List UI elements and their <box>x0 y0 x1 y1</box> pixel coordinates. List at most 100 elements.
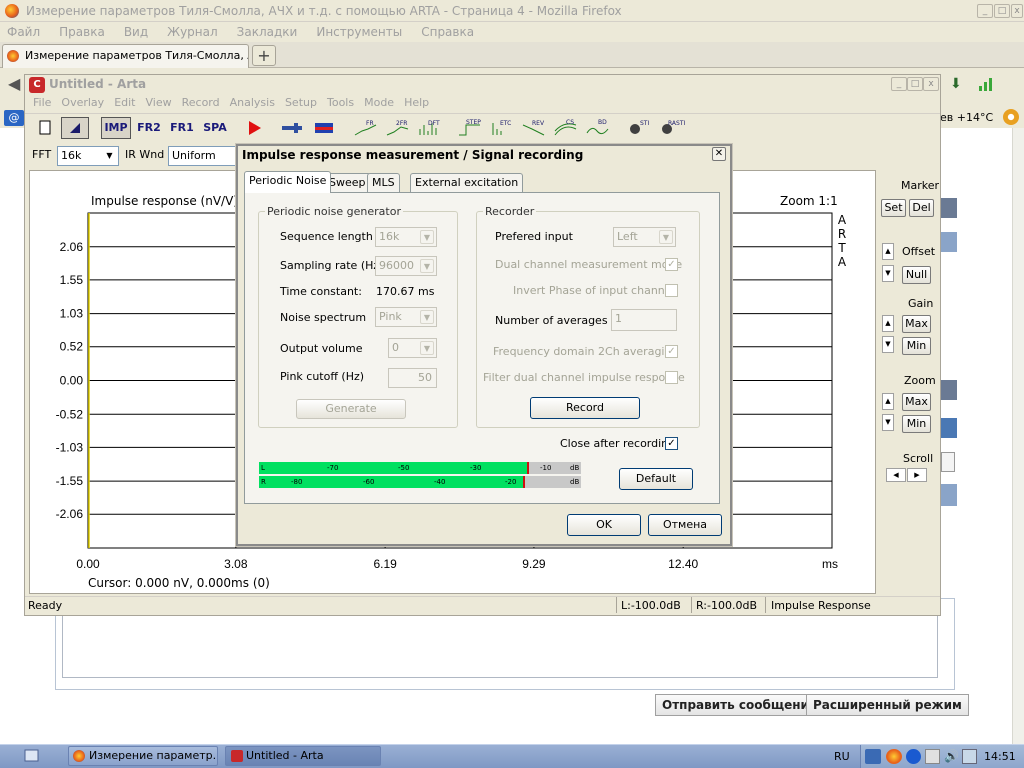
gain-min-button[interactable]: Min <box>902 337 931 355</box>
arta-menu-mode[interactable]: Mode <box>364 96 394 109</box>
marker-set-button[interactable]: Set <box>881 199 906 217</box>
menu-help[interactable]: Справка <box>421 25 474 39</box>
taskbar-arta-task[interactable]: Untitled - Arta <box>225 746 381 766</box>
offset-up-icon[interactable]: ▲ <box>882 243 894 260</box>
ir-window-label: IR Wnd <box>125 148 165 161</box>
firefox-minimize-button[interactable]: _ <box>977 4 993 18</box>
menu-view[interactable]: Вид <box>124 25 148 39</box>
step-analysis-icon[interactable]: STEP <box>456 117 484 139</box>
close-after-checkbox[interactable]: ✓ <box>665 437 678 450</box>
right-level-meter: R -80 -60 -40 -20 <box>259 476 524 488</box>
safely-remove-icon[interactable] <box>962 749 977 764</box>
menu-history[interactable]: Журнал <box>167 25 218 39</box>
etc-analysis-icon[interactable]: ETC <box>488 117 516 139</box>
signal-icon[interactable] <box>310 117 338 139</box>
volume-icon[interactable]: 🔊 <box>944 749 959 764</box>
page-scrollbar[interactable] <box>1012 128 1024 744</box>
record-button[interactable]: Record <box>530 397 640 419</box>
tab-mls[interactable]: MLS <box>367 173 400 193</box>
dft-analysis-icon[interactable]: DFT <box>416 117 444 139</box>
download-arrow-icon[interactable]: ⬇ <box>950 76 966 92</box>
play-record-icon[interactable] <box>240 117 268 139</box>
cursor-tool-icon[interactable] <box>61 117 89 139</box>
ir-window-select[interactable]: Uniform <box>168 146 238 166</box>
menu-file[interactable]: Файл <box>7 25 40 39</box>
send-message-button[interactable]: Отправить сообщение <box>655 694 825 716</box>
sampling-rate-select: 96000 ▼ <box>375 256 437 276</box>
new-tab-button[interactable]: + <box>252 45 276 66</box>
menu-bookmarks[interactable]: Закладки <box>237 25 298 39</box>
imp-mode-button[interactable]: IMP <box>101 117 131 139</box>
firefox-tab-active[interactable]: Измерение параметров Тиля-Смолла, АЧХ... <box>2 44 249 68</box>
spa-mode-button[interactable]: SPA <box>200 117 230 139</box>
arta-menu-overlay[interactable]: Overlay <box>61 96 104 109</box>
network-icon[interactable] <box>865 749 881 764</box>
page-side-tab <box>941 198 957 218</box>
taskbar-firefox-task[interactable]: Измерение параметр... <box>68 746 218 766</box>
scroll-right-icon[interactable]: ▶ <box>907 468 927 482</box>
y-tick-label: -1.55 <box>56 474 84 488</box>
gain-max-button[interactable]: Max <box>902 315 931 333</box>
back-arrow-icon[interactable]: ◀ <box>8 76 24 92</box>
arta-maximize-button[interactable]: □ <box>907 77 923 91</box>
new-file-icon[interactable] <box>31 117 59 139</box>
menu-tools[interactable]: Инструменты <box>316 25 402 39</box>
update-icon[interactable] <box>906 749 921 764</box>
arta-close-button[interactable]: x <box>923 77 939 91</box>
firefox-tray-icon[interactable] <box>886 749 902 764</box>
offset-null-button[interactable]: Null <box>902 266 931 284</box>
bookmark-icon[interactable]: @ <box>4 110 24 126</box>
arta-minimize-button[interactable]: _ <box>891 77 907 91</box>
rasti-analysis-icon[interactable]: RASTI <box>658 117 686 139</box>
arta-menu-record[interactable]: Record <box>182 96 220 109</box>
2fr-analysis-icon[interactable]: 2FR <box>384 117 412 139</box>
device-icon[interactable] <box>925 749 940 764</box>
gain-up-icon[interactable]: ▲ <box>882 315 894 332</box>
reply-textarea[interactable] <box>62 612 938 678</box>
tab-periodic-noise[interactable]: Periodic Noise <box>244 171 332 193</box>
fr2-mode-button[interactable]: FR2 <box>134 117 164 139</box>
close-after-label: Close after recording <box>560 437 676 450</box>
zoom-max-button[interactable]: Max <box>902 393 931 411</box>
arta-menu-edit[interactable]: Edit <box>114 96 135 109</box>
menu-edit[interactable]: Правка <box>59 25 105 39</box>
fr1-mode-button[interactable]: FR1 <box>167 117 197 139</box>
zoom-down-icon[interactable]: ▼ <box>882 414 894 431</box>
cs-analysis-icon[interactable]: CS <box>552 117 580 139</box>
firefox-close-button[interactable]: x <box>1011 4 1023 18</box>
arta-menu-help[interactable]: Help <box>404 96 429 109</box>
default-button[interactable]: Default <box>619 468 693 490</box>
zoom-min-button[interactable]: Min <box>902 415 931 433</box>
left-peak-marker <box>527 462 529 474</box>
task-label: Измерение параметр... <box>89 749 218 762</box>
rev-analysis-icon[interactable]: REV <box>520 117 548 139</box>
firefox-maximize-button[interactable]: □ <box>994 4 1010 18</box>
time-constant-label: Time constant: <box>280 285 362 298</box>
fr-analysis-icon[interactable]: FR <box>352 117 380 139</box>
sti-analysis-icon[interactable]: STI <box>626 117 654 139</box>
tab-external-excitation[interactable]: External excitation <box>410 173 524 193</box>
language-indicator[interactable]: RU <box>834 750 850 763</box>
gain-down-icon[interactable]: ▼ <box>882 336 894 353</box>
dialog-close-icon[interactable]: ✕ <box>712 147 726 161</box>
quick-launch-icon[interactable] <box>22 747 42 765</box>
arta-menu-file[interactable]: File <box>33 96 51 109</box>
arta-menu-view[interactable]: View <box>146 96 172 109</box>
ok-button[interactable]: OK <box>567 514 641 536</box>
fft-select[interactable]: 16k ▼ <box>57 146 119 166</box>
arta-menu-tools[interactable]: Tools <box>327 96 354 109</box>
settings-gear-icon[interactable] <box>1003 109 1019 125</box>
scroll-left-icon[interactable]: ◀ <box>886 468 906 482</box>
advanced-mode-button[interactable]: Расширенный режим <box>806 694 969 716</box>
page-side-tab <box>941 452 955 472</box>
marker-del-button[interactable]: Del <box>909 199 934 217</box>
arta-menu-setup[interactable]: Setup <box>285 96 317 109</box>
bd-analysis-icon[interactable]: BD <box>584 117 612 139</box>
svg-text:CS: CS <box>566 119 574 126</box>
zoom-panel-label: Zoom <box>904 374 936 387</box>
generator-icon[interactable] <box>278 117 306 139</box>
arta-menu-analysis[interactable]: Analysis <box>230 96 275 109</box>
offset-down-icon[interactable]: ▼ <box>882 265 894 282</box>
cancel-button[interactable]: Отмена <box>648 514 722 536</box>
zoom-up-icon[interactable]: ▲ <box>882 393 894 410</box>
